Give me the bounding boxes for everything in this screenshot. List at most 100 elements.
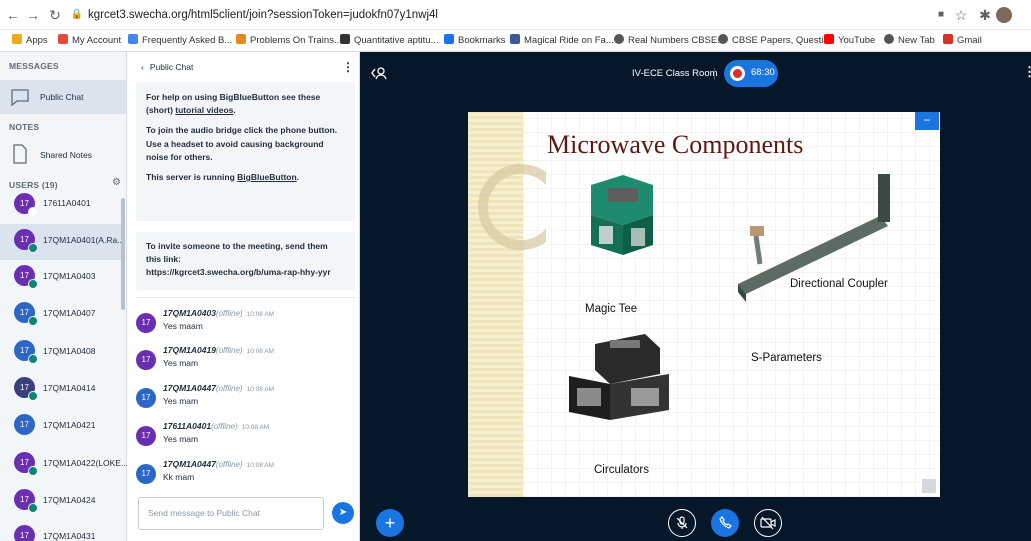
chat-title: Public Chat — [149, 62, 194, 72]
welcome-audio-text: To join the audio bridge click the phone… — [146, 125, 338, 162]
bookmark-bookmarks[interactable]: Bookmarks — [444, 33, 506, 49]
send-button[interactable]: ➤ — [332, 502, 354, 524]
user-list-item[interactable]: 17 17QM1A0424 — [9, 484, 123, 520]
url-bar[interactable]: kgrcet3.swecha.org/html5client/join?sess… — [88, 5, 438, 25]
bookmark-new-tab[interactable]: New Tab — [884, 33, 935, 49]
toggle-userlist-icon[interactable] — [371, 66, 387, 80]
avatar: 17 — [14, 377, 38, 401]
message-header: 17611A0401(offline) 10:08 AM — [163, 421, 270, 431]
public-chat-label: Public Chat — [40, 92, 84, 102]
back-icon[interactable]: ← — [4, 6, 22, 24]
user-list-item[interactable]: 17 17QM1A0403 — [9, 260, 123, 296]
avatar: 17 — [136, 426, 156, 446]
bigbluebutton-link[interactable]: BigBlueButton — [237, 172, 297, 182]
chat-message: 17 17611A0401(offline) 10:08 AM Yes mam — [136, 420, 346, 454]
invite-link[interactable]: https://kgrcet3.swecha.org/b/uma-rap-hhy… — [146, 266, 345, 279]
bookmark-real-numbers[interactable]: Real Numbers CBSE... — [614, 33, 725, 49]
reload-icon[interactable]: ↻ — [46, 6, 64, 24]
fullscreen-icon[interactable] — [922, 479, 936, 493]
audio-icon — [28, 279, 38, 289]
extensions-icon[interactable]: ✱ — [976, 6, 994, 24]
user-list-item[interactable]: 17 17QM1A0421 — [9, 409, 123, 445]
shield-icon — [340, 34, 350, 44]
forward-icon[interactable]: → — [24, 6, 42, 24]
user-list-item[interactable]: 17 17QM1A0408 — [9, 335, 123, 371]
presentation-area: IV-ECE Class Room 68:30 ⋮ Microwave Comp… — [361, 52, 1031, 541]
recording-indicator[interactable]: 68:30 — [724, 60, 778, 87]
minimize-presentation-button[interactable]: − — [915, 112, 939, 130]
avatar: 17 — [14, 229, 38, 253]
options-icon[interactable]: ⋮ — [1023, 64, 1031, 80]
share-webcam-button[interactable] — [754, 509, 782, 537]
user-list-item[interactable]: 17 17QM1A0401(A.Ra... — [0, 224, 124, 260]
message-header: 17QM1A0447(offline) 10:08 AM — [163, 459, 275, 469]
welcome-server-text: This server is running BigBlueButton. — [146, 172, 300, 183]
camera-icon[interactable]: ■ — [932, 6, 950, 24]
chat-message-input[interactable]: Send message to Public Chat — [138, 497, 324, 530]
mute-button[interactable] — [668, 509, 696, 537]
message-text: Yes mam — [163, 358, 199, 368]
leave-audio-button[interactable] — [711, 509, 739, 537]
bookmark-magical-ride[interactable]: Magical Ride on Fa... — [510, 33, 614, 49]
message-header: 17QM1A0419(offline) 10:08 AM — [163, 345, 275, 355]
bookmark-faq[interactable]: Frequently Asked B... — [128, 33, 232, 49]
label-circulators: Circulators — [594, 464, 649, 476]
bookmark-apps[interactable]: Apps — [12, 33, 48, 49]
chat-hide-button[interactable]: ‹ Public Chat — [141, 62, 193, 72]
facebook-icon — [510, 34, 520, 44]
user-list-scrollbar[interactable] — [121, 198, 125, 310]
tutorial-videos-link[interactable]: tutorial videos — [175, 105, 233, 115]
user-name: 17QM1A0422(LOKE... — [43, 458, 129, 468]
avatar: 17 — [136, 350, 156, 370]
user-list-item[interactable]: 17 17QM1A0407 — [9, 297, 123, 333]
user-list-sidebar: MESSAGES Public Chat NOTES Shared Notes … — [0, 52, 128, 541]
bookmark-my-account[interactable]: My Account — [58, 33, 121, 49]
globe-icon — [884, 34, 894, 44]
bookmark-problems-trains[interactable]: Problems On Trains... — [236, 33, 342, 49]
gear-icon[interactable]: ⚙ — [112, 177, 121, 188]
site-icon — [236, 34, 246, 44]
invite-message: To invite someone to the meeting, send t… — [136, 232, 355, 290]
user-list-item[interactable]: 17 17QM1A0414 — [9, 372, 123, 408]
circulator-image — [569, 334, 669, 420]
chat-message: 17 17QM1A0447(offline) 10:08 AM Yes mam — [136, 382, 346, 416]
label-directional-coupler: Directional Coupler — [790, 278, 888, 290]
bookmark-quant[interactable]: Quantitative aptitu... — [340, 33, 439, 49]
notes-header: NOTES — [9, 122, 40, 132]
chat-options-icon[interactable]: ⋮ — [342, 60, 354, 74]
sidebar-item-public-chat[interactable]: Public Chat — [0, 80, 126, 114]
divider — [714, 68, 715, 80]
sidebar-item-shared-notes[interactable]: Shared Notes — [0, 138, 126, 172]
message-header: 17QM1A0447(offline) 10:08 AM — [163, 383, 275, 393]
audio-icon — [28, 466, 38, 476]
meeting-title: IV-ECE Class Room — [632, 68, 718, 79]
avatar: 17 — [136, 313, 156, 333]
account-icon — [58, 34, 68, 44]
messages-header: MESSAGES — [9, 61, 59, 71]
audio-icon — [28, 243, 38, 253]
user-list-item[interactable]: 17 17611A0401 — [9, 188, 123, 224]
label-s-parameters: S-Parameters — [751, 352, 822, 364]
message-text: Kk mam — [163, 472, 195, 482]
bookmark-cbse-papers[interactable]: CBSE Papers, Questi... — [718, 33, 831, 49]
mic-off-icon — [676, 516, 688, 529]
bookmark-gmail[interactable]: Gmail — [943, 33, 982, 49]
user-name: 17QM1A0408 — [43, 346, 96, 356]
divider — [136, 297, 355, 298]
audio-icon — [28, 316, 38, 326]
apps-grid-icon — [12, 34, 22, 44]
document-icon — [13, 144, 27, 164]
globe-icon — [718, 34, 728, 44]
presentation-slide: Microwave Components Magic Tee Direction… — [468, 112, 940, 497]
user-name: 17QM1A0424 — [43, 495, 96, 505]
star-icon[interactable]: ☆ — [952, 6, 970, 24]
actions-plus-button[interactable]: + — [376, 509, 404, 537]
user-list-item[interactable]: 17 17QM1A0422(LOKE... — [9, 447, 128, 483]
user-list-item[interactable]: 17 17QM1A0431 — [9, 520, 123, 541]
bookmark-youtube[interactable]: YouTube — [824, 33, 875, 49]
public-chat-panel: ‹ Public Chat ⋮ For help on using BigBlue… — [127, 52, 360, 541]
lock-icon: 🔒 — [70, 9, 84, 20]
invite-text: To invite someone to the meeting, send t… — [146, 241, 328, 264]
profile-avatar[interactable] — [996, 7, 1012, 23]
gmail-icon — [943, 34, 953, 44]
